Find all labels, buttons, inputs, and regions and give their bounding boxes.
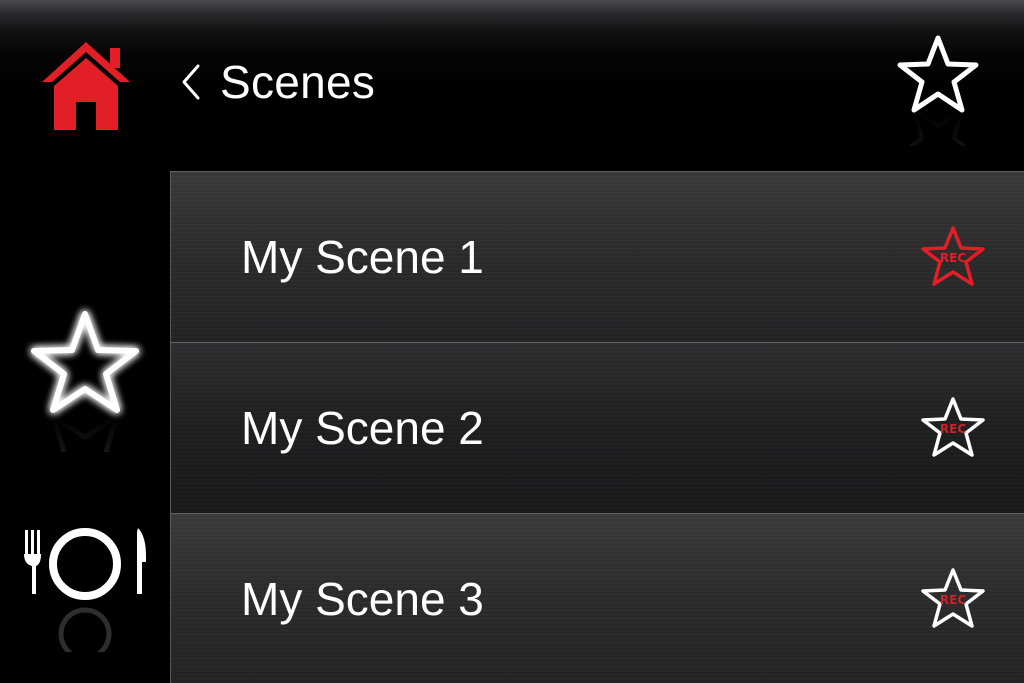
star-glow-icon (31, 311, 139, 515)
rec-star-icon: REC (921, 397, 985, 457)
rec-label: REC (940, 251, 966, 265)
rec-label: REC (940, 422, 966, 436)
scene-label: My Scene 3 (241, 573, 484, 625)
chevron-left-icon (182, 64, 200, 100)
scenes-screen: Scenes My Scene 1 REC My Scene 2 REC My … (0, 0, 1024, 683)
favorite-button[interactable] (892, 30, 984, 184)
page-title: Scenes (220, 56, 376, 108)
rec-star-icon: REC (921, 568, 985, 628)
scene-label: My Scene 2 (241, 402, 484, 454)
rec-button[interactable]: REC (919, 224, 987, 290)
rec-button[interactable]: REC (919, 566, 987, 632)
star-outline-icon (897, 35, 979, 184)
sidebar-item-scenes[interactable] (22, 302, 148, 515)
back-button[interactable]: Scenes (178, 52, 375, 112)
scene-list: My Scene 1 REC My Scene 2 REC My Scene 3 (170, 171, 1024, 683)
rec-label: REC (940, 593, 966, 607)
sidebar-item-dining[interactable] (18, 522, 152, 661)
top-bar: Scenes (0, 0, 1024, 184)
scene-row-1[interactable]: My Scene 1 REC (171, 171, 1024, 342)
sidebar (0, 170, 170, 683)
home-icon (42, 42, 130, 130)
rec-button[interactable]: REC (919, 395, 987, 461)
scene-label: My Scene 1 (241, 231, 484, 283)
rec-star-icon: REC (921, 226, 985, 286)
scene-row-2[interactable]: My Scene 2 REC (171, 342, 1024, 513)
scene-row-3[interactable]: My Scene 3 REC (171, 513, 1024, 683)
home-button[interactable] (30, 36, 142, 136)
dining-icon (24, 528, 146, 661)
